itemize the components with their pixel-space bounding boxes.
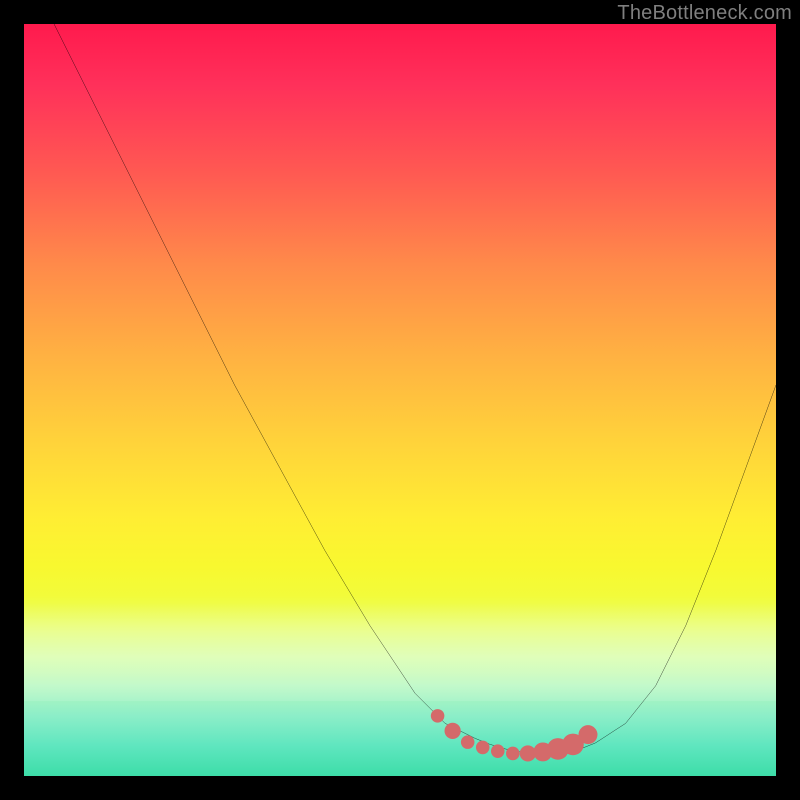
watermark-text: TheBottleneck.com: [617, 2, 792, 25]
bottleneck-curve: [54, 24, 776, 753]
curve-markers-group: [431, 709, 598, 761]
curve-marker: [476, 741, 490, 755]
chart-svg: [24, 24, 776, 776]
chart-frame: TheBottleneck.com: [0, 0, 800, 800]
curve-marker: [445, 723, 461, 739]
curve-marker: [431, 709, 445, 723]
curve-marker: [461, 735, 475, 749]
curve-marker: [579, 725, 598, 744]
chart-plot-area: [24, 24, 776, 776]
curve-marker: [506, 747, 520, 761]
curve-marker: [491, 744, 505, 758]
